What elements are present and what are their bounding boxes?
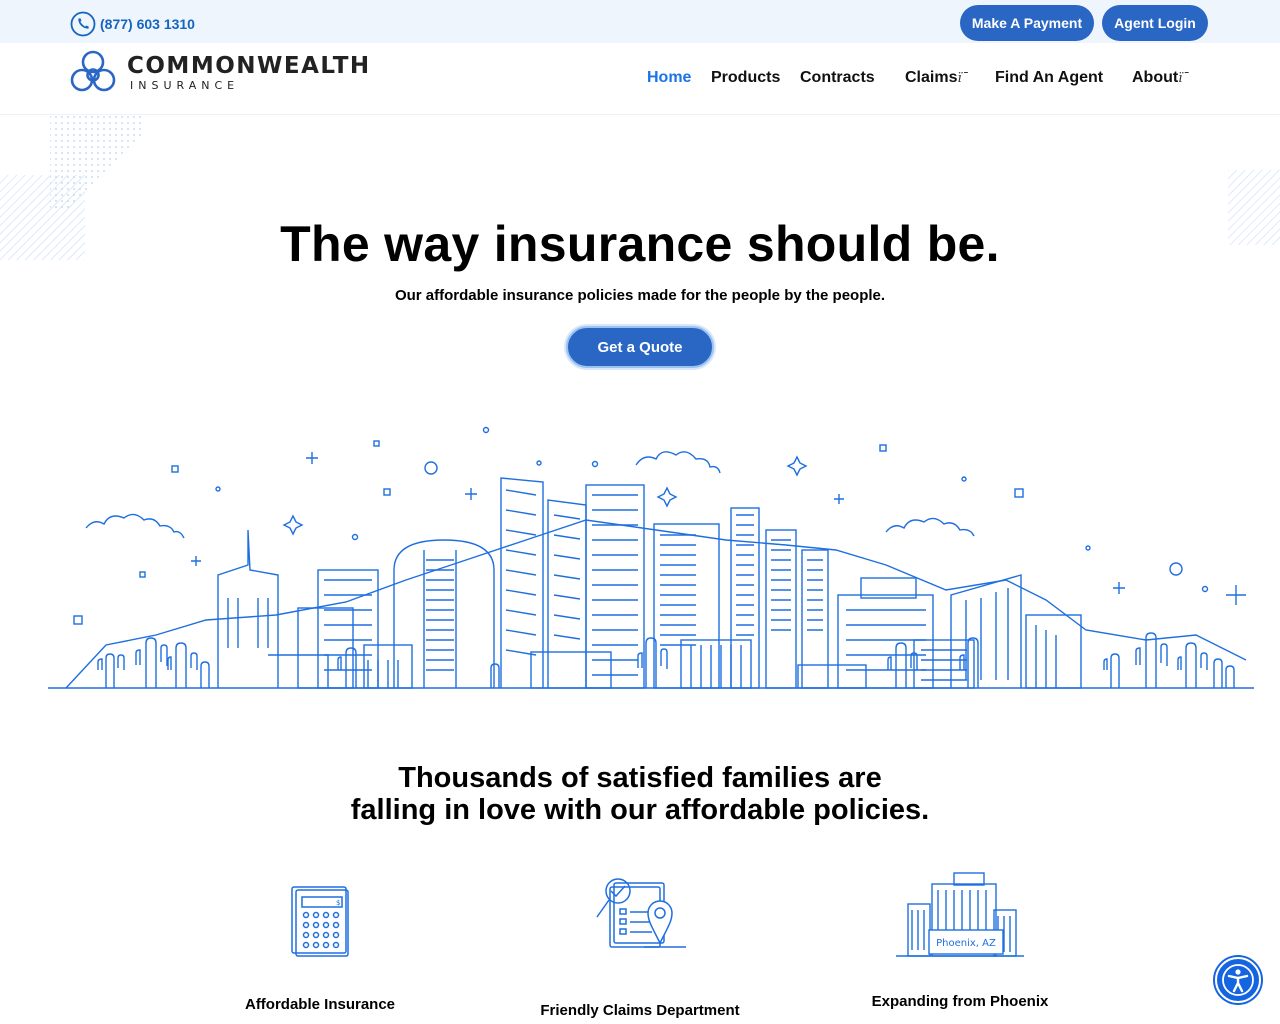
claims-form-icon [596,878,686,948]
city-building-icon: Phoenix, AZ [896,872,1024,957]
make-payment-button[interactable]: Make A Payment [960,5,1094,41]
features-heading: Thousands of satisfied families are fall… [0,762,1280,826]
agent-login-button[interactable]: Agent Login [1102,5,1208,41]
phone-number: (877) 603 1310 [100,16,195,32]
logo-subtitle: INSURANCE [130,78,240,92]
hero-title: The way insurance should be. [280,216,1000,272]
get-a-quote-button[interactable]: Get a Quote [566,326,714,368]
top-bar: (877) 603 1310 Make A Payment Agent Logi… [0,0,1280,43]
logo-mark-icon [70,50,116,92]
nav-contracts[interactable]: Contracts [800,69,875,87]
phone-link[interactable]: (877) 603 1310 [70,11,195,37]
features-heading-line1: Thousands of satisfied families are [398,762,882,794]
nav-find-agent[interactable]: Find An Agent [995,69,1103,87]
nav-about-label: About [1132,69,1179,86]
feature-affordable-insurance: Affordable Insurance [244,996,396,1013]
phone-icon [70,11,96,37]
nav-about[interactable]: Aboutï¯ [1132,69,1189,87]
nav-claims[interactable]: Claimsï¯ [905,69,968,87]
about-dropdown-caret-icon: ï¯ [1178,71,1189,86]
features-heading-line2: falling in love with our affordable poli… [350,794,930,826]
svg-text:$: $ [336,899,340,907]
nav-home[interactable]: Home [647,69,691,87]
feature-expanding-phoenix: Expanding from Phoenix [871,993,1049,1010]
claims-dropdown-caret-icon: ï¯ [957,71,969,86]
logo-link[interactable]: COMMONWEALTH INSURANCE [67,48,371,96]
nav-claims-label: Claims [905,69,958,86]
accessibility-widget-button[interactable] [1215,957,1261,1003]
phoenix-badge-text: Phoenix, AZ [936,938,996,949]
logo-name: COMMONWEALTH [127,52,371,79]
main-navbar: COMMONWEALTH INSURANCE Home Products Con… [0,43,1280,115]
accessibility-icon [1222,964,1254,996]
feature-friendly-claims: Friendly Claims Department [540,1002,740,1019]
phoenix-skyline-illustration [48,426,1254,689]
calculator-icon: $ [291,886,349,957]
nav-products[interactable]: Products [711,69,780,87]
hero-subtitle: Our affordable insurance policies made f… [394,287,886,304]
